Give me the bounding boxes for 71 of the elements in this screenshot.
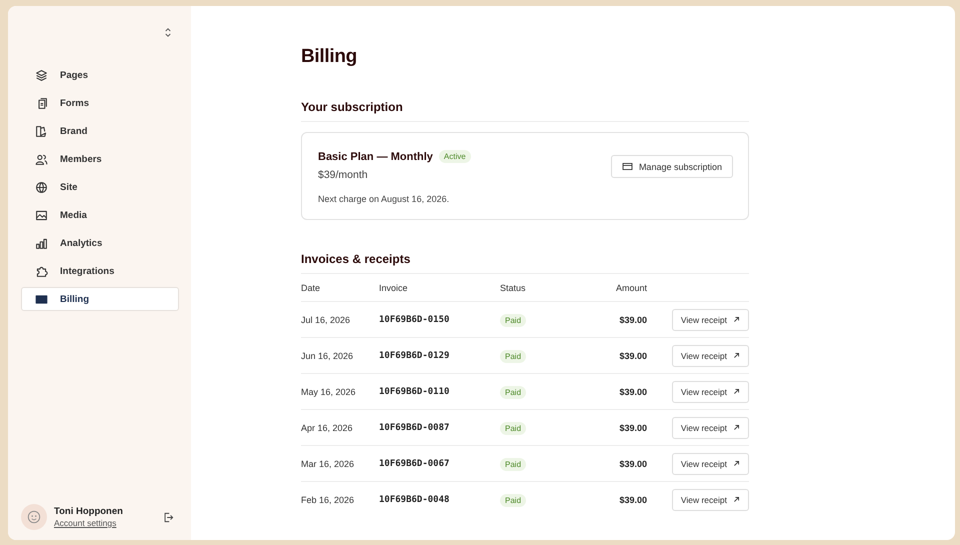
globe-icon xyxy=(35,180,48,194)
date-cell: Apr 16, 2026 xyxy=(301,422,353,432)
sidebar-item[interactable]: Pages xyxy=(21,63,179,87)
view-receipt-button[interactable]: View receipt xyxy=(672,452,749,474)
invoice-number: 10F69B6D-0129 xyxy=(379,351,450,361)
amount-cell: $39.00 xyxy=(619,422,647,432)
view-receipt-button[interactable]: View receipt xyxy=(672,488,749,510)
date-cell: Jun 16, 2026 xyxy=(301,350,354,360)
external-link-icon xyxy=(733,460,740,467)
date-cell: Mar 16, 2026 xyxy=(301,458,354,468)
sidebar-item[interactable]: Members xyxy=(21,147,179,171)
external-link-icon xyxy=(733,352,740,359)
amount-cell: $39.00 xyxy=(619,314,647,324)
user-name: Toni Hopponen xyxy=(54,506,123,517)
bar-chart-icon xyxy=(35,236,48,250)
column-header: Invoice xyxy=(379,274,500,302)
section-heading: Invoices & receipts xyxy=(301,252,749,274)
chevrons-icon[interactable] xyxy=(165,28,171,37)
credit-card-icon xyxy=(622,161,633,172)
next-charge-text: Next charge on August 16, 2026. xyxy=(318,194,450,204)
status-badge: Active xyxy=(438,150,471,163)
sidebar-item[interactable]: Forms xyxy=(21,91,179,115)
logout-icon[interactable] xyxy=(163,512,174,522)
credit-card-icon xyxy=(35,292,48,306)
sidebar-item[interactable]: Brand xyxy=(21,119,179,143)
section-heading: Your subscription xyxy=(301,100,749,122)
status-badge: Paid xyxy=(500,386,526,398)
status-badge: Paid xyxy=(500,350,526,362)
invoice-number: 10F69B6D-0048 xyxy=(379,495,450,505)
plan-name: Basic Plan — Monthly xyxy=(318,150,433,162)
puzzle-icon xyxy=(35,264,48,278)
status-badge: Paid xyxy=(500,314,526,326)
palette-icon xyxy=(35,124,48,138)
account-settings-link[interactable]: Account settings xyxy=(54,518,123,528)
avatar xyxy=(21,504,47,530)
column-header: Amount xyxy=(590,274,647,302)
layers-icon xyxy=(35,68,48,82)
invoice-number: 10F69B6D-0067 xyxy=(379,459,450,469)
invoice-number: 10F69B6D-0110 xyxy=(379,387,450,397)
date-cell: Feb 16, 2026 xyxy=(301,494,354,504)
sidebar-item[interactable]: Site xyxy=(21,175,179,199)
amount-cell: $39.00 xyxy=(619,458,647,468)
amount-cell: $39.00 xyxy=(619,494,647,504)
external-link-icon xyxy=(733,316,740,323)
date-cell: May 16, 2026 xyxy=(301,386,356,396)
date-cell: Jul 16, 2026 xyxy=(301,314,350,324)
invoice-number: 10F69B6D-0087 xyxy=(379,423,450,433)
image-icon xyxy=(35,208,48,222)
sidebar-item[interactable]: Billing xyxy=(21,287,179,311)
sidebar-item[interactable]: Media xyxy=(21,203,179,227)
column-header: Status xyxy=(500,274,590,302)
invoice-number: 10F69B6D-0150 xyxy=(379,315,450,325)
sidebar-item[interactable]: Integrations xyxy=(21,259,179,283)
page-title: Billing xyxy=(301,46,358,68)
users-icon xyxy=(35,152,48,166)
amount-cell: $39.00 xyxy=(619,350,647,360)
amount-cell: $39.00 xyxy=(619,386,647,396)
sidebar-item[interactable]: Analytics xyxy=(21,231,179,255)
manage-subscription-button[interactable]: Manage subscription xyxy=(610,155,733,178)
status-badge: Paid xyxy=(500,494,526,506)
plan-price: $39/month xyxy=(318,169,369,181)
view-receipt-button[interactable]: View receipt xyxy=(672,416,749,438)
external-link-icon xyxy=(733,424,740,431)
status-badge: Paid xyxy=(500,422,526,434)
external-link-icon xyxy=(733,388,740,395)
view-receipt-button[interactable]: View receipt xyxy=(672,380,749,402)
view-receipt-button[interactable]: View receipt xyxy=(672,308,749,330)
external-link-icon xyxy=(733,496,740,503)
column-header: Date xyxy=(301,274,379,302)
view-receipt-button[interactable]: View receipt xyxy=(672,344,749,366)
status-badge: Paid xyxy=(500,458,526,470)
